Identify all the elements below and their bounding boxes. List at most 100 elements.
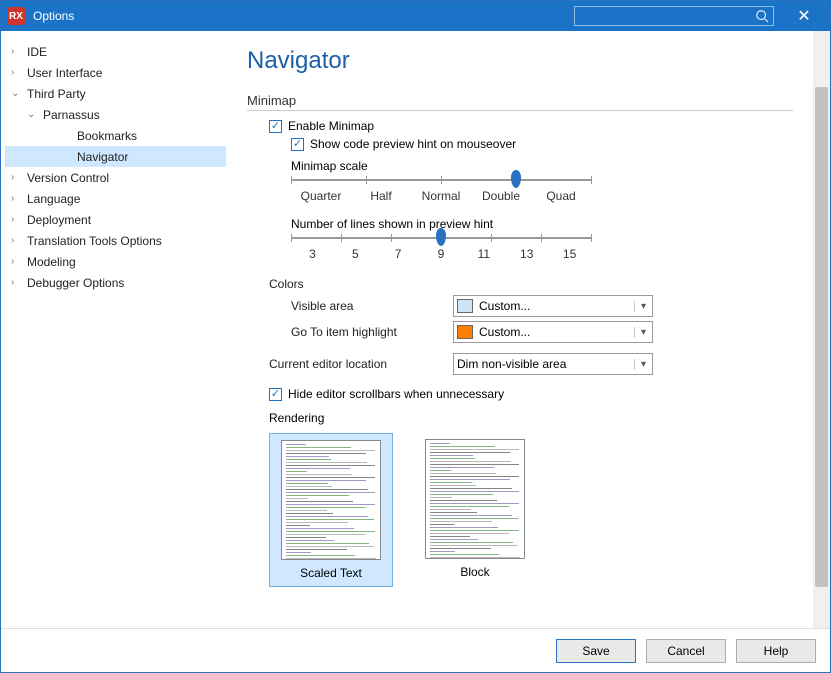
tree-item-label: IDE <box>27 45 47 59</box>
chevron-right-icon: › <box>11 67 23 78</box>
chevron-down-icon: ▾ <box>634 301 652 312</box>
editor-location-label: Current editor location <box>269 357 453 371</box>
chevron-down-icon: ▾ <box>634 327 652 338</box>
chevron-down-icon: ⌄ <box>11 88 23 99</box>
scrollbar-thumb[interactable] <box>815 87 828 587</box>
search-input[interactable] <box>574 6 774 26</box>
chevron-right-icon: › <box>11 277 23 288</box>
enable-minimap-label: Enable Minimap <box>288 119 374 133</box>
scale-label: Minimap scale <box>291 159 793 173</box>
search-icon <box>755 9 769 23</box>
goto-highlight-swatch <box>457 325 473 339</box>
colors-label: Colors <box>269 277 793 291</box>
chevron-right-icon: › <box>11 235 23 246</box>
slider-thumb[interactable] <box>436 228 446 246</box>
chevron-right-icon: › <box>11 256 23 267</box>
tree-item-label: Translation Tools Options <box>27 234 162 248</box>
options-window: RX Options ✕ › IDE › User Interface ⌄ Third P… <box>0 0 831 673</box>
slider-tick-label: 11 <box>462 247 505 261</box>
tree-item-version-control[interactable]: › Version Control <box>5 167 226 188</box>
visible-area-swatch <box>457 299 473 313</box>
chevron-down-icon: ⌄ <box>27 109 39 120</box>
chevron-right-icon: › <box>11 214 23 225</box>
chevron-right-icon: › <box>11 172 23 183</box>
slider-tick-label: 9 <box>420 247 463 261</box>
slider-tick-label: Double <box>471 189 531 203</box>
close-button[interactable]: ✕ <box>784 6 824 26</box>
slider-tick-label: Quarter <box>291 189 351 203</box>
tree-item-ide[interactable]: › IDE <box>5 41 226 62</box>
slider-tick-label: 15 <box>548 247 591 261</box>
slider-tick-label: Half <box>351 189 411 203</box>
editor-location-value: Dim non-visible area <box>457 357 634 371</box>
rendering-option-label: Block <box>419 565 531 579</box>
goto-highlight-label: Go To item highlight <box>291 325 453 339</box>
tree-item-user-interface[interactable]: › User Interface <box>5 62 226 83</box>
tree-item-label: Debugger Options <box>27 276 124 290</box>
tree-item-label: Deployment <box>27 213 91 227</box>
lines-label: Number of lines shown in preview hint <box>291 217 793 231</box>
slider-tick-label: Normal <box>411 189 471 203</box>
enable-minimap-checkbox[interactable] <box>269 120 282 133</box>
tree-item-language[interactable]: › Language <box>5 188 226 209</box>
tree-item-label: Language <box>27 192 80 206</box>
rendering-thumbnail <box>281 440 381 560</box>
chevron-down-icon: ▾ <box>634 359 652 370</box>
rendering-option-scaled-text[interactable]: Scaled Text <box>269 433 393 587</box>
visible-area-label: Visible area <box>291 299 453 313</box>
section-minimap: Minimap <box>247 93 793 111</box>
app-icon: RX <box>7 7 25 25</box>
hide-scrollbars-checkbox[interactable] <box>269 388 282 401</box>
window-title: Options <box>33 9 74 23</box>
tree-item-debugger-options[interactable]: › Debugger Options <box>5 272 226 293</box>
goto-highlight-combo[interactable]: Custom... ▾ <box>453 321 653 343</box>
preview-lines-slider[interactable]: 3579111315 <box>291 231 591 271</box>
rendering-label: Rendering <box>269 411 793 425</box>
slider-tick-label: 7 <box>377 247 420 261</box>
tree-item-label: Bookmarks <box>77 129 137 143</box>
rendering-option-block[interactable]: Block <box>413 433 537 587</box>
chevron-right-icon: › <box>11 193 23 204</box>
footer: Save Cancel Help <box>1 628 830 672</box>
rendering-option-label: Scaled Text <box>276 566 386 580</box>
cancel-button[interactable]: Cancel <box>646 639 726 663</box>
chevron-right-icon: › <box>11 46 23 57</box>
slider-tick-label: 5 <box>334 247 377 261</box>
content-panel: Navigator Minimap Enable Minimap Show co… <box>231 31 813 628</box>
nav-tree: › IDE › User Interface ⌄ Third Party ⌄ Parnassu… <box>1 31 231 628</box>
minimap-scale-slider[interactable]: QuarterHalfNormalDoubleQuad <box>291 173 591 213</box>
show-preview-checkbox[interactable] <box>291 138 304 151</box>
tree-item-label: Modeling <box>27 255 76 269</box>
hide-scrollbars-row[interactable]: Hide editor scrollbars when unnecessary <box>269 387 793 401</box>
save-button[interactable]: Save <box>556 639 636 663</box>
content-scrollbar[interactable] <box>813 31 830 628</box>
slider-thumb[interactable] <box>511 170 521 188</box>
tree-item-third-party[interactable]: ⌄ Third Party <box>5 83 226 104</box>
tree-item-parnassus[interactable]: ⌄ Parnassus <box>5 104 226 125</box>
tree-item-deployment[interactable]: › Deployment <box>5 209 226 230</box>
tree-item-translation-tools-options[interactable]: › Translation Tools Options <box>5 230 226 251</box>
tree-item-label: Parnassus <box>43 108 100 122</box>
hide-scrollbars-label: Hide editor scrollbars when unnecessary <box>288 387 504 401</box>
help-button[interactable]: Help <box>736 639 816 663</box>
titlebar: RX Options ✕ <box>1 1 830 31</box>
show-preview-label: Show code preview hint on mouseover <box>310 137 516 151</box>
slider-tick-label: Quad <box>531 189 591 203</box>
tree-item-label: Navigator <box>77 150 128 164</box>
editor-location-combo[interactable]: Dim non-visible area ▾ <box>453 353 653 375</box>
visible-area-combo[interactable]: Custom... ▾ <box>453 295 653 317</box>
tree-item-label: Version Control <box>27 171 109 185</box>
show-preview-row[interactable]: Show code preview hint on mouseover <box>291 137 793 151</box>
slider-tick-label: 13 <box>505 247 548 261</box>
slider-tick-label: 3 <box>291 247 334 261</box>
tree-item-label: User Interface <box>27 66 102 80</box>
tree-item-navigator[interactable]: Navigator <box>5 146 226 167</box>
tree-item-modeling[interactable]: › Modeling <box>5 251 226 272</box>
enable-minimap-row[interactable]: Enable Minimap <box>269 119 793 133</box>
tree-item-label: Third Party <box>27 87 86 101</box>
visible-area-value: Custom... <box>479 299 634 313</box>
tree-item-bookmarks[interactable]: Bookmarks <box>5 125 226 146</box>
goto-highlight-value: Custom... <box>479 325 634 339</box>
rendering-thumbnail <box>425 439 525 559</box>
page-title: Navigator <box>247 47 793 75</box>
